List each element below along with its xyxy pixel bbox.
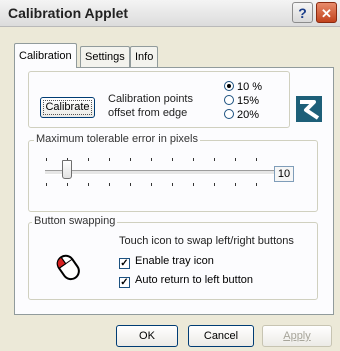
swap-description: Touch icon to swap left/right buttons	[119, 235, 294, 247]
radio-label-15: 15%	[237, 95, 260, 107]
tab-panel-calibration: Calibrate Calibration points offset from…	[14, 67, 334, 315]
mouse-icon[interactable]	[51, 251, 85, 283]
error-value-box: 10	[274, 166, 294, 182]
tab-info[interactable]: Info	[130, 46, 159, 67]
apply-button[interactable]: Apply	[262, 325, 332, 347]
points-label-line1: Calibration points	[108, 93, 193, 105]
radio-dot-10	[224, 81, 234, 91]
radio-label-20: 20%	[237, 109, 260, 121]
error-group: Maximum tolerable error in pixels 10	[28, 133, 318, 212]
auto-return-box: ✓	[119, 277, 130, 288]
radio-10[interactable]: 10 %	[224, 81, 262, 93]
blue-s-logo-icon	[296, 96, 322, 122]
cancel-button[interactable]: Cancel	[188, 325, 254, 347]
slider-track	[45, 170, 283, 175]
radio-label-10: 10 %	[237, 81, 263, 93]
help-button[interactable]: ?	[292, 2, 313, 23]
enable-tray-checkbox[interactable]: ✓ Enable tray icon	[119, 255, 214, 269]
radio-dot-20	[224, 109, 234, 119]
enable-tray-label: Enable tray icon	[135, 255, 214, 267]
calibrate-button[interactable]: Calibrate	[40, 97, 95, 118]
calibration-group: Calibrate Calibration points offset from…	[28, 71, 290, 128]
tab-calibration[interactable]: Calibration	[14, 43, 77, 68]
window-title: Calibration Applet	[8, 5, 129, 21]
tab-settings[interactable]: Settings	[80, 46, 130, 67]
title-bar: Calibration Applet ? ✕	[0, 0, 340, 27]
enable-tray-box: ✓	[119, 258, 130, 269]
auto-return-checkbox[interactable]: ✓ Auto return to left button	[119, 274, 253, 288]
auto-return-label: Auto return to left button	[135, 274, 254, 286]
close-button[interactable]: ✕	[316, 2, 337, 23]
points-label-line2: offset from edge	[108, 107, 188, 119]
swap-group-title: Button swapping	[32, 215, 118, 227]
radio-dot-15	[224, 95, 234, 105]
radio-20[interactable]: 20%	[224, 109, 259, 121]
swap-group: Button swapping Touch icon to swap left/…	[28, 215, 318, 300]
error-group-title: Maximum tolerable error in pixels	[34, 133, 200, 145]
calibration-points-label: Calibration points offset from edge	[108, 93, 193, 119]
radio-15[interactable]: 15%	[224, 95, 259, 107]
error-slider-thumb[interactable]	[62, 160, 72, 179]
ok-button[interactable]: OK	[116, 325, 178, 347]
